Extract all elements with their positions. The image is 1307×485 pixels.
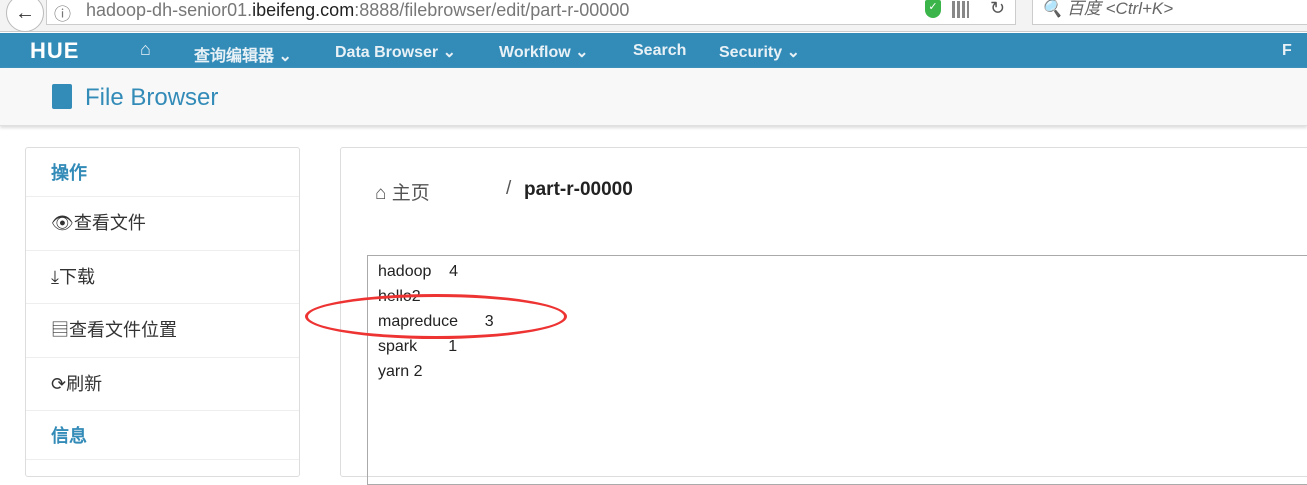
nav-security[interactable]: Security ⌄	[719, 42, 800, 62]
sidebar: 操作 👁查看文件 ⤓下载 ▤查看文件位置 ⟳刷新 信息	[25, 147, 300, 477]
sidebar-item-refresh[interactable]: ⟳刷新	[26, 358, 299, 411]
search-placeholder: 百度 <Ctrl+K>	[1066, 0, 1174, 18]
eye-icon: 👁	[51, 213, 74, 233]
download-icon: ⤓	[51, 266, 59, 287]
url-domain: ibeifeng.com	[252, 0, 355, 20]
label: 查看文件	[73, 213, 146, 233]
qr-code-icon[interactable]	[952, 1, 969, 18]
file-icon	[52, 84, 72, 109]
highlight-annotation	[305, 294, 567, 339]
top-nav: HUE ⌂ 查询编辑器 ⌄ Data Browser ⌄ Workflow ⌄ …	[0, 33, 1307, 68]
sidebar-heading-actions: 操作	[26, 148, 299, 197]
nav-workflow[interactable]: Workflow ⌄	[499, 42, 589, 62]
label: 下载	[58, 266, 95, 287]
content-line: yarn 2	[378, 363, 423, 380]
page-header: File Browser	[0, 68, 1307, 126]
nav-search[interactable]: Search	[633, 42, 686, 60]
breadcrumb-separator: /	[506, 178, 512, 199]
url-prefix: hadoop-dh-senior01.	[86, 0, 253, 20]
url-suffix: :8888/filebrowser/edit/part-r-00000	[354, 0, 630, 20]
url-text[interactable]: hadoop-dh-senior01.ibeifeng.com:8888/fil…	[86, 0, 629, 21]
home-icon[interactable]: ⌂	[140, 39, 151, 60]
sidebar-item-download[interactable]: ⤓下载	[26, 251, 299, 304]
shield-icon[interactable]: ✓	[925, 0, 941, 18]
back-button[interactable]: ←	[6, 0, 44, 32]
label: 刷新	[66, 373, 103, 394]
label: 主页	[391, 183, 430, 204]
info-icon[interactable]: ⓘ	[54, 0, 71, 25]
search-input[interactable]: 🔍 百度 <Ctrl+K>	[1032, 0, 1307, 25]
breadcrumb-home[interactable]: ⌂ 主页	[375, 178, 430, 205]
home-icon: ⌂	[375, 183, 392, 204]
refresh-icon: ⟳	[51, 373, 67, 394]
content-line: hadoop 4	[378, 263, 459, 280]
page-title: File Browser	[85, 84, 219, 111]
label: 查看文件位置	[69, 320, 177, 340]
browser-toolbar: ← ⓘ hadoop-dh-senior01.ibeifeng.com:8888…	[0, 0, 1307, 32]
sidebar-item-view-file[interactable]: 👁查看文件	[26, 197, 299, 251]
sidebar-item-view-location[interactable]: ▤查看文件位置	[26, 304, 299, 358]
nav-query-editors[interactable]: 查询编辑器 ⌄	[194, 42, 292, 66]
sidebar-heading-info: 信息	[26, 411, 299, 460]
nav-data-browser[interactable]: Data Browser ⌄	[335, 42, 456, 62]
file-icon: ▤	[51, 320, 69, 340]
content-line: spark 1	[378, 338, 458, 355]
file-content[interactable]: hadoop 4 hello2 mapreduce 3 spark 1 yarn…	[367, 255, 1307, 485]
breadcrumb-file: part-r-00000	[524, 179, 633, 200]
hue-logo[interactable]: HUE	[30, 38, 79, 64]
reload-icon[interactable]: ↻	[990, 0, 1005, 19]
nav-file-link[interactable]: F	[1282, 42, 1292, 60]
